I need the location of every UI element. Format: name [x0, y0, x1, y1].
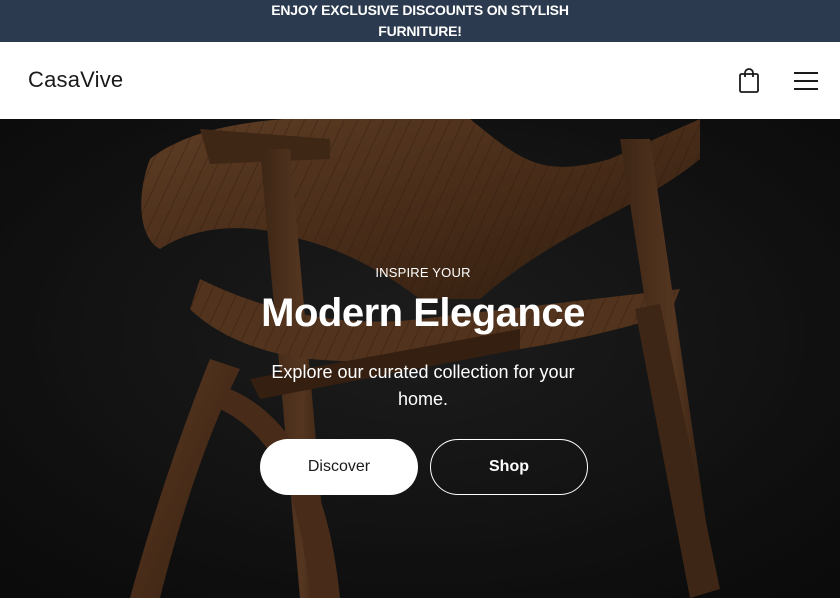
- hamburger-menu-icon[interactable]: [792, 69, 820, 93]
- hero-eyebrow: INSPIRE YOUR: [375, 265, 471, 280]
- hero-section: INSPIRE YOUR Modern Elegance Explore our…: [0, 119, 840, 598]
- shopping-bag-icon[interactable]: [736, 66, 762, 94]
- site-header: CasaVive: [0, 42, 840, 119]
- announcement-bar: ENJOY EXCLUSIVE DISCOUNTS ON STYLISH FUR…: [0, 0, 840, 42]
- hero-headline: Modern Elegance: [261, 291, 585, 335]
- announcement-text: ENJOY EXCLUSIVE DISCOUNTS ON STYLISH FUR…: [271, 2, 569, 39]
- shop-button[interactable]: Shop: [430, 439, 588, 495]
- discover-button[interactable]: Discover: [260, 439, 418, 495]
- brand-logo[interactable]: CasaVive: [28, 67, 123, 93]
- hero-subtext: Explore our curated collection for your …: [271, 362, 575, 409]
